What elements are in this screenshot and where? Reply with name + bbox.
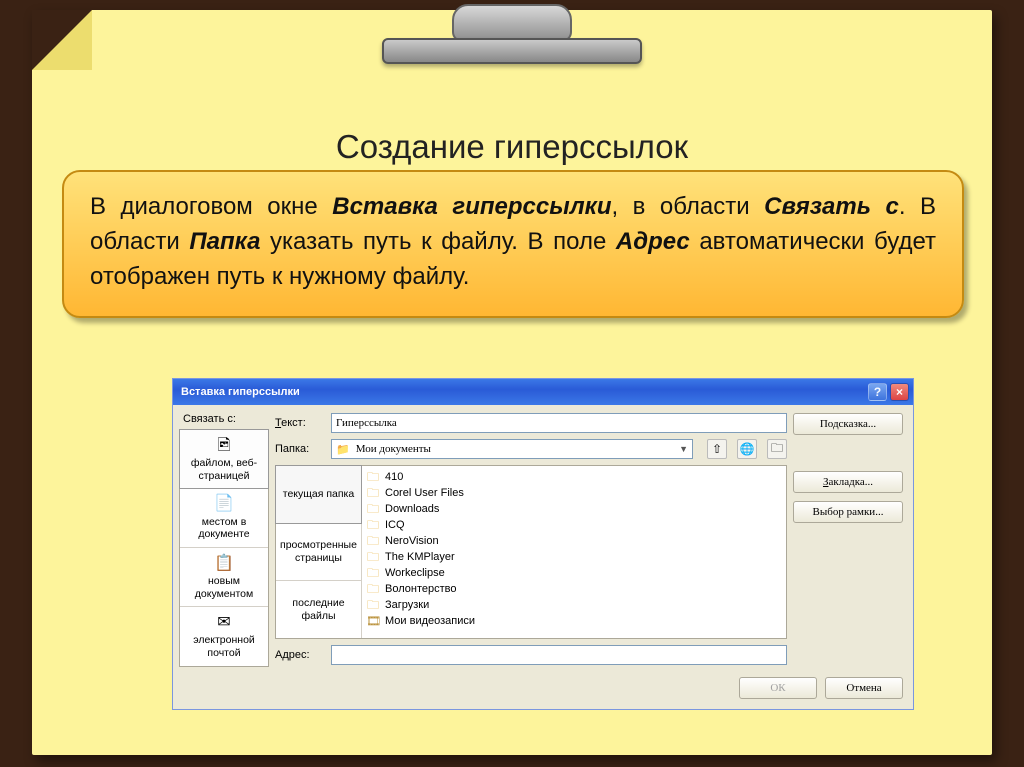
tab-email[interactable]: ✉ электронной почтой bbox=[180, 607, 268, 665]
text: , в области bbox=[611, 193, 764, 220]
folder-icon: 🗀 bbox=[366, 519, 380, 531]
folder-label: Папка: bbox=[275, 443, 325, 455]
video-icon: 🎞 bbox=[366, 615, 380, 627]
folder-icon: 🗀 bbox=[366, 535, 380, 547]
folder-icon: 🗀 bbox=[366, 551, 380, 563]
dialog-title: Вставка гиперссылки bbox=[181, 386, 300, 398]
text-bold: Вставка гиперссылки bbox=[332, 193, 611, 220]
text: В диалоговом окне bbox=[90, 193, 332, 220]
instruction-box: В диалоговом окне Вставка гиперссылки, в… bbox=[62, 170, 964, 318]
chevron-down-icon: ▼ bbox=[679, 444, 688, 454]
file-name: NeroVision bbox=[385, 535, 439, 547]
file-name: Мои видеозаписи bbox=[385, 615, 475, 627]
list-item[interactable]: 🗀 ICQ bbox=[366, 517, 782, 533]
clipboard-clip bbox=[372, 4, 652, 74]
folder-icon: 📁 bbox=[336, 443, 350, 456]
mail-icon: ✉ bbox=[184, 613, 264, 632]
text-bold: Адрес bbox=[616, 228, 690, 255]
text-bold: Папка bbox=[189, 228, 260, 255]
tab-new-doc[interactable]: 📋 новым документом bbox=[180, 548, 268, 607]
folder-icon: 🗀 bbox=[366, 503, 380, 515]
file-name: Workeclipse bbox=[385, 567, 445, 579]
folder-combo[interactable]: 📁 Мои документы ▼ bbox=[331, 439, 693, 459]
file-name: Волонтерство bbox=[385, 583, 456, 595]
folder-icon: 🗀 bbox=[366, 471, 380, 483]
vtab-browsed-pages[interactable]: просмотренные страницы bbox=[276, 523, 361, 581]
close-button[interactable]: × bbox=[890, 383, 909, 401]
browse-file-button[interactable]: 🗀 bbox=[767, 439, 787, 459]
tab-label: новым документом bbox=[195, 575, 253, 600]
insert-hyperlink-dialog: Вставка гиперссылки ? × Связать с: 🖻 файл… bbox=[172, 378, 914, 710]
page-fold bbox=[32, 10, 92, 70]
file-name: Загрузки bbox=[385, 599, 429, 611]
tab-label: местом в документе bbox=[198, 516, 249, 541]
page-title: Создание гиперссылок bbox=[32, 128, 992, 166]
file-list[interactable]: 🗀 410 🗀 Corel User Files 🗀 Downloads 🗀 ICQ 🗀… bbox=[362, 466, 786, 638]
help-button[interactable]: ? bbox=[868, 383, 887, 401]
file-name: Corel User Files bbox=[385, 487, 464, 499]
page-icon: 🖻 bbox=[184, 436, 264, 455]
vtab-recent-files[interactable]: последние файлы bbox=[276, 581, 361, 638]
tab-file-web[interactable]: 🖻 файлом, веб-страницей bbox=[179, 429, 269, 489]
list-item[interactable]: 🎞 Мои видеозаписи bbox=[366, 613, 782, 629]
up-folder-button[interactable]: ⇧ bbox=[707, 439, 727, 459]
titlebar[interactable]: Вставка гиперссылки ? × bbox=[173, 379, 913, 405]
link-with-tabs: 🖻 файлом, веб-страницей 📄 местом в докумен… bbox=[179, 429, 269, 667]
tab-label: файлом, веб-страницей bbox=[191, 457, 257, 482]
folder-icon: 🗀 bbox=[366, 583, 380, 595]
list-item[interactable]: 🗀 The KMPlayer bbox=[366, 549, 782, 565]
hint-button[interactable]: Подсказка... bbox=[793, 413, 903, 435]
list-item[interactable]: 🗀 410 bbox=[366, 469, 782, 485]
tab-place-in-doc[interactable]: 📄 местом в документе bbox=[180, 488, 268, 547]
vtab-current-folder[interactable]: текущая папка bbox=[275, 465, 362, 524]
browse-web-button[interactable]: 🌐 bbox=[737, 439, 757, 459]
file-name: The KMPlayer bbox=[385, 551, 455, 563]
file-name: 410 bbox=[385, 471, 403, 483]
folder-selected: Мои документы bbox=[356, 443, 431, 455]
frame-select-button[interactable]: Выбор рамки... bbox=[793, 501, 903, 523]
list-item[interactable]: 🗀 Downloads bbox=[366, 501, 782, 517]
list-item[interactable]: 🗀 Corel User Files bbox=[366, 485, 782, 501]
list-item[interactable]: 🗀 Workeclipse bbox=[366, 565, 782, 581]
folder-icon: 🗀 bbox=[366, 487, 380, 499]
text-label: Текст: bbox=[275, 417, 325, 429]
list-item[interactable]: 🗀 Загрузки bbox=[366, 597, 782, 613]
browse-area: текущая папка просмотренные страницы пос… bbox=[275, 465, 787, 639]
file-name: Downloads bbox=[385, 503, 439, 515]
ok-button[interactable]: ОК bbox=[739, 677, 817, 699]
bookmark-button[interactable]: Закладка... bbox=[793, 471, 903, 493]
new-doc-icon: 📋 bbox=[184, 554, 264, 573]
address-label: Адрес: bbox=[275, 649, 325, 661]
folder-icon: 🗀 bbox=[366, 567, 380, 579]
display-text-input[interactable] bbox=[331, 413, 787, 433]
cancel-button[interactable]: Отмена bbox=[825, 677, 903, 699]
text-bold: Связать с bbox=[764, 193, 899, 220]
link-with-label: Связать с: bbox=[183, 413, 269, 425]
sticky-note: Создание гиперссылок В диалоговом окне В… bbox=[32, 10, 992, 755]
text: указать путь к файлу. В поле bbox=[260, 228, 615, 255]
folder-icon: 🗀 bbox=[366, 599, 380, 611]
file-name: ICQ bbox=[385, 519, 405, 531]
address-input[interactable] bbox=[331, 645, 787, 665]
document-icon: 📄 bbox=[184, 494, 264, 513]
tab-label: электронной почтой bbox=[193, 634, 255, 659]
list-item[interactable]: 🗀 Волонтерство bbox=[366, 581, 782, 597]
view-tabs: текущая папка просмотренные страницы пос… bbox=[276, 466, 362, 638]
list-item[interactable]: 🗀 NeroVision bbox=[366, 533, 782, 549]
